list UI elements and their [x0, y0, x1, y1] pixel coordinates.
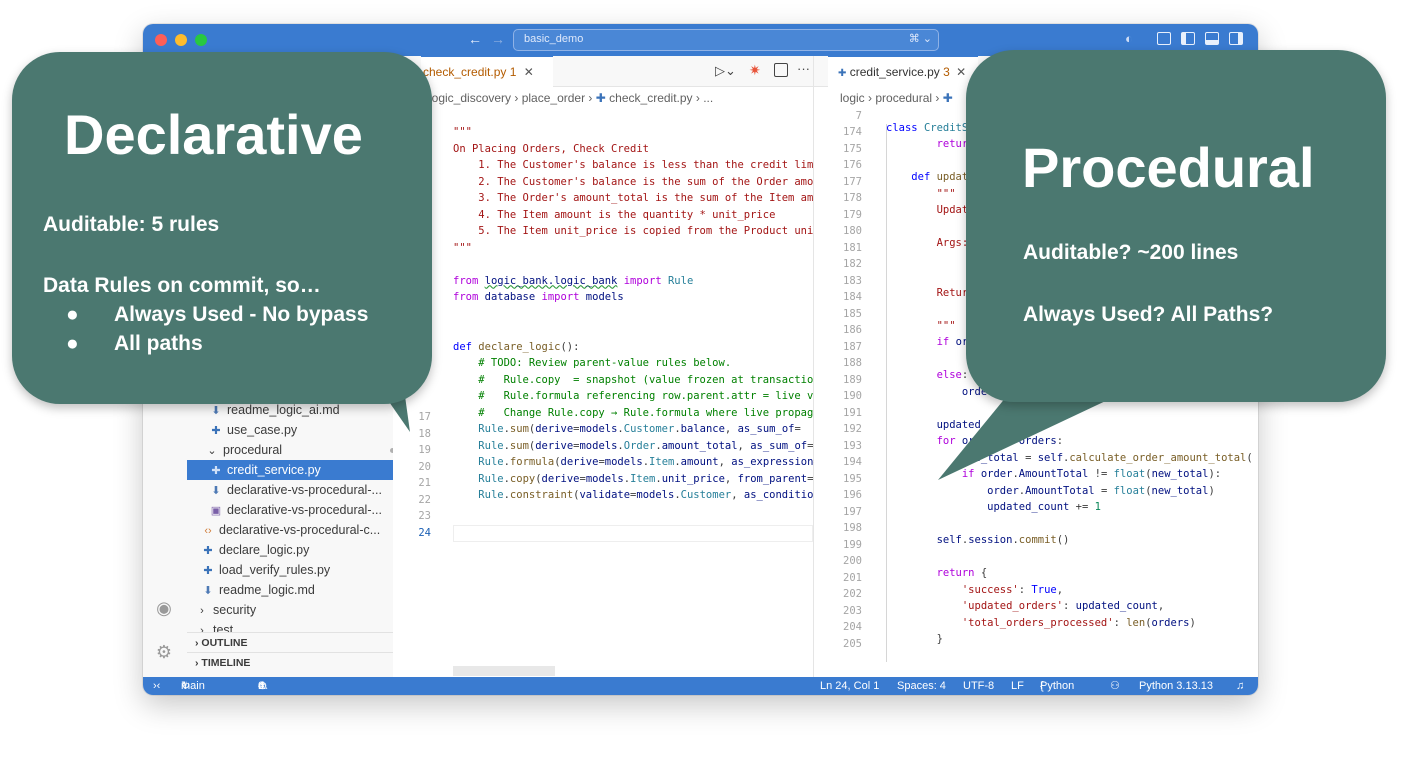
tree-item[interactable]: ‹› declarative-vs-procedural-c... — [187, 520, 407, 540]
breadcrumb: logic › procedural › ✚ — [840, 91, 953, 105]
procedural-auditable: Auditable? ~200 lines — [1023, 241, 1239, 264]
python-icon: ✚ — [203, 545, 213, 557]
python-icon: ✚ — [942, 91, 953, 105]
python-icon: ✚ — [203, 565, 213, 577]
close-window-button[interactable] — [155, 34, 167, 46]
run-icon[interactable]: ▷⌄ — [715, 63, 736, 79]
python-icon: ✚ — [838, 68, 847, 79]
back-arrow-icon[interactable]: ← — [468, 31, 482, 47]
horizontal-scrollbar[interactable] — [453, 666, 555, 676]
declarative-data-rules: Data Rules on commit, so… — [43, 274, 321, 297]
procedural-always-used: Always Used? All Paths? — [1023, 303, 1274, 326]
bullet-dot: ● — [66, 332, 79, 355]
procedural-callout: Procedural Auditable? ~200 lines Always … — [966, 50, 1386, 402]
minimize-window-button[interactable] — [175, 34, 187, 46]
close-tab-icon[interactable]: ✕ — [956, 65, 966, 79]
tree-item[interactable]: ▣ declarative-vs-procedural-... — [187, 500, 415, 520]
accounts-icon[interactable]: ◉ — [154, 598, 174, 618]
copilot-sparkle-icon[interactable]: ✷ — [749, 62, 761, 79]
tree-folder-procedural[interactable]: ⌄ procedural — [187, 440, 411, 460]
forward-arrow-icon[interactable]: → — [491, 31, 505, 47]
procedural-title: Procedural — [1022, 136, 1315, 199]
python-icon: ✚ — [211, 465, 221, 477]
remote-icon[interactable]: ›‹ — [153, 677, 160, 695]
chevron-right-icon: › — [200, 625, 204, 632]
manage-gear-icon[interactable]: ⚙ — [154, 642, 174, 662]
workspace-title: basic_demo — [524, 33, 584, 45]
breadcrumb: logic_discovery › place_order › ✚ check_… — [429, 91, 714, 105]
tab-check-credit[interactable]: check_credit.py 1 ✕ — [421, 56, 553, 87]
encoding[interactable]: UTF-8 — [963, 677, 994, 695]
tree-folder-security[interactable]: › security — [187, 600, 401, 620]
notifications-bell-icon[interactable]: ♫ — [1236, 677, 1244, 695]
customize-layout-icon[interactable] — [1157, 32, 1171, 45]
toggle-primary-sidebar-icon[interactable] — [1181, 32, 1195, 45]
status-bar: ›‹ ⑂ main ↻ ⊗ 0 ⚠ 4 Ln 24, Col 1 Spaces:… — [143, 677, 1258, 695]
timeline-section-header[interactable]: › TIMELINE — [187, 652, 393, 672]
python-interpreter[interactable]: Python 3.13.13 — [1139, 677, 1213, 695]
left-editor-group: check_credit.py 1 ✕ ▷⌄ ✷ ··· logic_disco… — [393, 56, 825, 677]
split-editor-icon[interactable] — [774, 63, 788, 77]
end-of-line[interactable]: LF — [1011, 677, 1024, 695]
declarative-callout: Declarative Auditable: 5 rules Data Rule… — [12, 52, 432, 404]
markdown-icon: ⬇ — [211, 485, 221, 497]
tab-credit-service[interactable]: ✚ credit_service.py 3 ✕ — [828, 56, 978, 87]
tree-item[interactable]: ✚ declare_logic.py — [187, 540, 407, 560]
tree-folder-test[interactable]: › test — [187, 620, 401, 632]
declarative-bullet: Always Used - No bypass — [114, 303, 369, 326]
more-actions-icon[interactable]: ··· — [797, 61, 810, 76]
chevron-down-icon: ⌄ — [207, 445, 217, 457]
command-center[interactable]: basic_demo ⌘ ⌄ — [513, 29, 939, 51]
python-icon: ✚ — [595, 91, 606, 105]
chevron-right-icon: › — [200, 605, 204, 617]
tree-item[interactable]: ⬇ declarative-vs-procedural-... — [187, 480, 415, 500]
sync-icon: ↻ — [181, 680, 191, 692]
toggle-panel-icon[interactable] — [1205, 32, 1219, 45]
html-icon: ‹› — [204, 525, 212, 537]
declarative-bullet: All paths — [114, 332, 203, 355]
python-icon: ✚ — [211, 425, 221, 437]
zoom-window-button[interactable] — [195, 34, 207, 46]
close-tab-icon[interactable]: ✕ — [524, 65, 534, 79]
outline-section-header[interactable]: › OUTLINE — [187, 632, 393, 652]
image-icon: ▣ — [210, 505, 222, 517]
left-code-area[interactable]: """ On Placing Orders, Check Credit 1. Th… — [453, 112, 825, 544]
indentation[interactable]: Spaces: 4 — [897, 677, 946, 695]
copilot-icon[interactable]: ⌘ ⌄ — [909, 32, 932, 45]
cursor-position[interactable]: Ln 24, Col 1 — [820, 677, 879, 695]
account-icon[interactable]: ◐ — [1125, 31, 1133, 46]
tree-item[interactable]: ✚ load_verify_rules.py — [187, 560, 407, 580]
toggle-secondary-sidebar-icon[interactable] — [1229, 32, 1243, 45]
tree-item-selected[interactable]: ✚credit_service.py3 — [187, 460, 415, 480]
left-tab-bar: check_credit.py 1 ✕ ▷⌄ ✷ ··· — [393, 56, 813, 87]
tree-item[interactable]: ⬇ readme_logic.md — [187, 580, 407, 600]
copilot-status-icon[interactable]: ⚇ — [1110, 677, 1120, 695]
declarative-auditable: Auditable: 5 rules — [43, 213, 220, 236]
line-numbers: 7 174 175 176 177 178 179 180 181 182 18… — [843, 110, 862, 650]
markdown-icon: ⬇ — [203, 585, 213, 597]
declarative-title: Declarative — [64, 103, 363, 166]
bullet-dot: ● — [66, 303, 79, 326]
